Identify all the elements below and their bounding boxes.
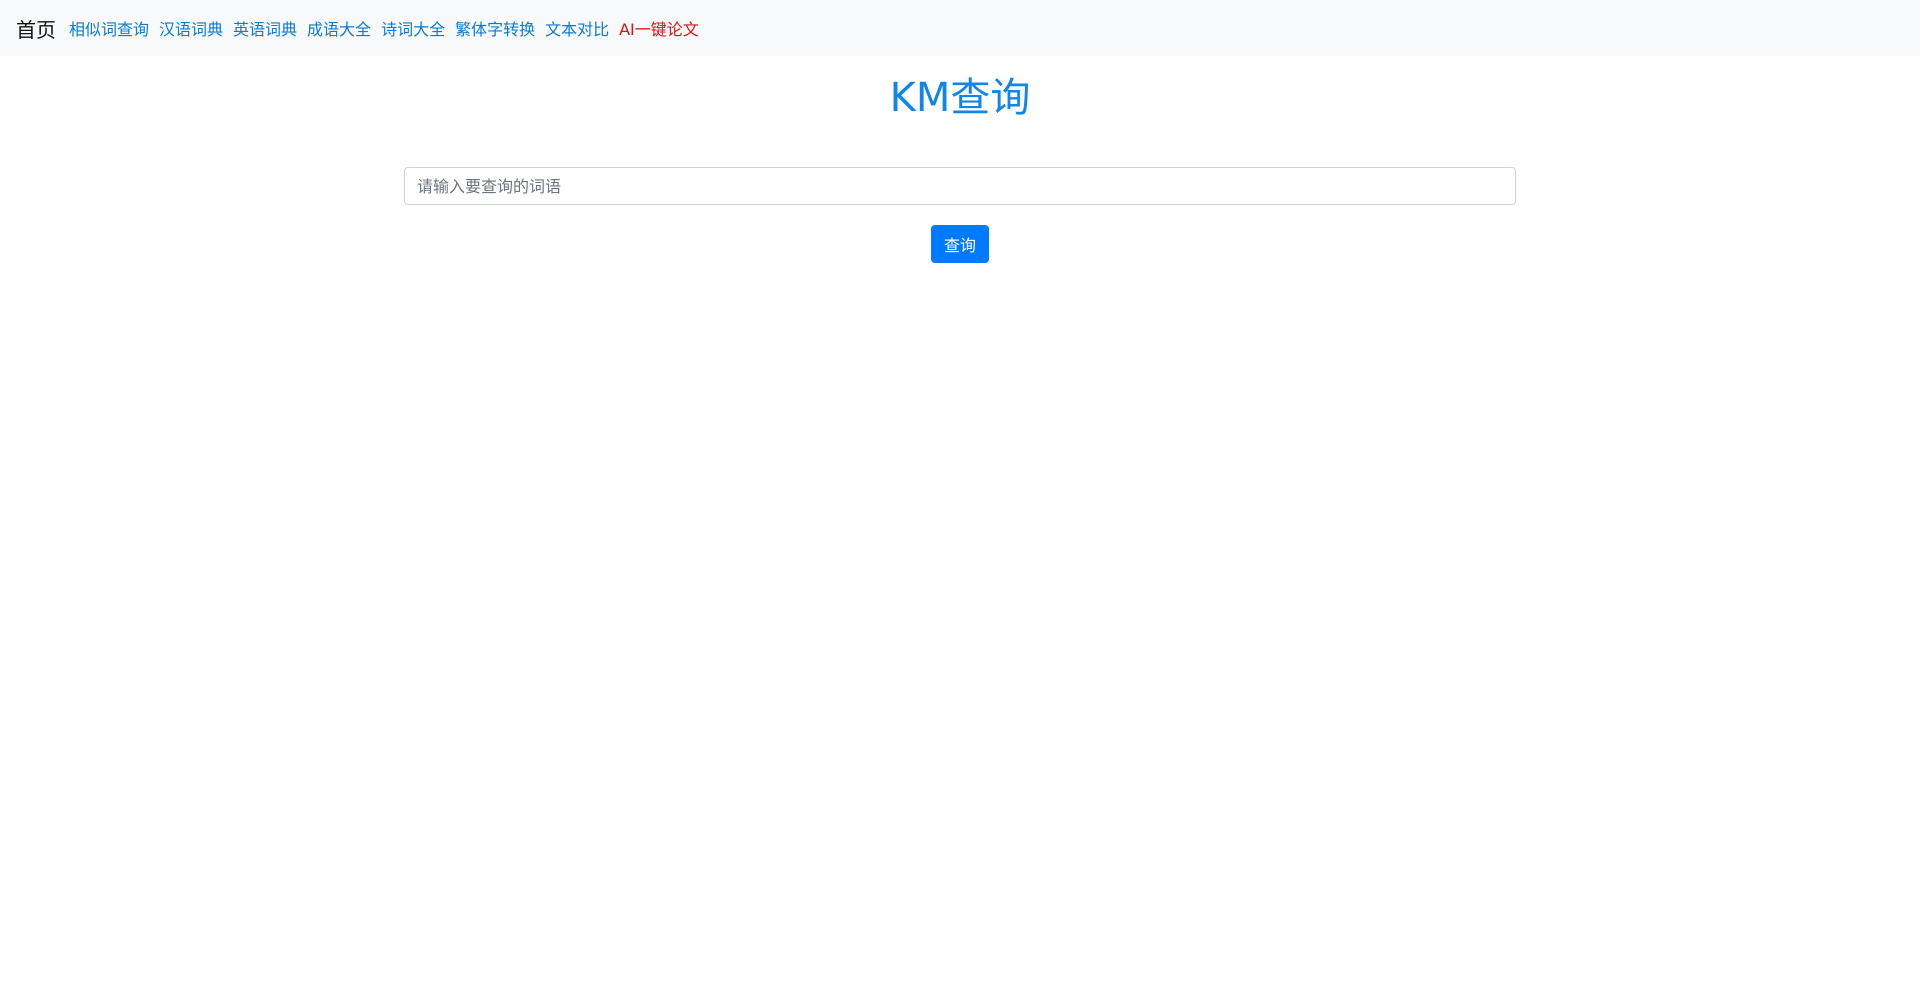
nav-links: 相似词查询 汉语词典 英语词典 成语大全 诗词大全 繁体字转换 文本对比 AI一… [64,16,704,40]
nav-link-idioms[interactable]: 成语大全 [302,16,376,40]
nav-link-text-compare[interactable]: 文本对比 [540,16,614,40]
nav-link-chinese-dictionary[interactable]: 汉语词典 [154,16,228,40]
search-input[interactable] [404,167,1516,205]
search-button[interactable]: 查询 [930,225,989,263]
nav-link-ai-paper[interactable]: AI一键论文 [614,16,704,40]
nav-link-traditional-conversion[interactable]: 繁体字转换 [450,16,540,40]
nav-link-poetry[interactable]: 诗词大全 [376,16,450,40]
nav-link-english-dictionary[interactable]: 英语词典 [228,16,302,40]
main-content: KM查询 查询 [404,74,1516,263]
page-title: KM查询 [889,75,1031,121]
nav-link-similar-words[interactable]: 相似词查询 [64,16,154,40]
home-link[interactable]: 首页 [16,14,56,43]
top-navbar: 首页 相似词查询 汉语词典 英语词典 成语大全 诗词大全 繁体字转换 文本对比 … [0,0,1920,56]
